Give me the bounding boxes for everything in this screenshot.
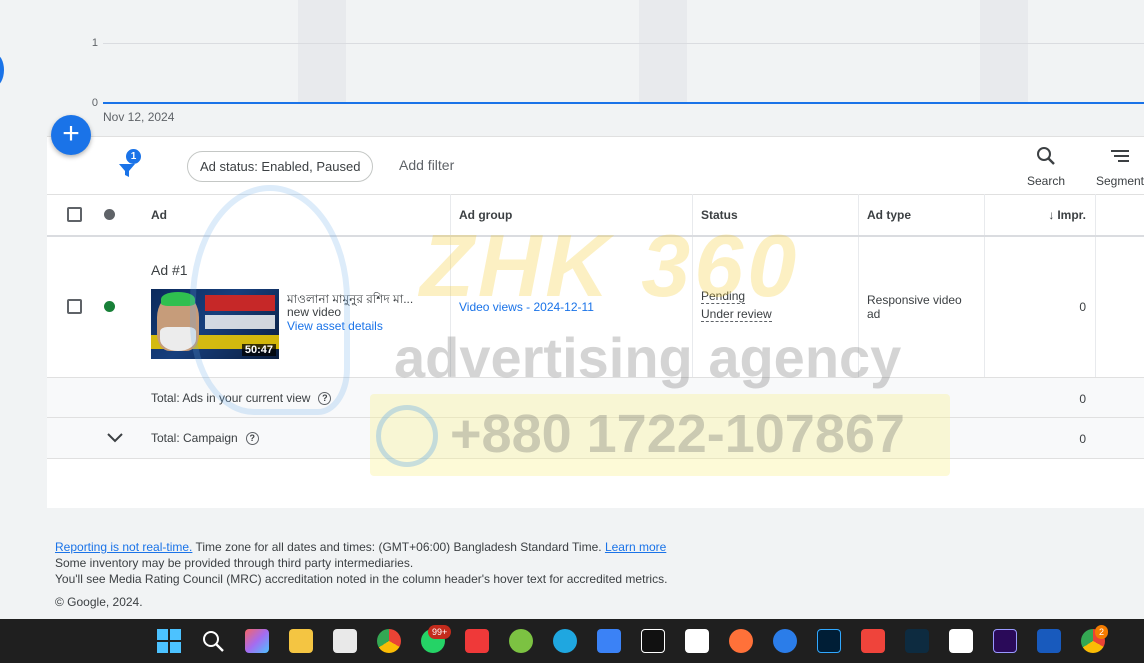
- chart-edge-handle[interactable]: [0, 54, 4, 86]
- word-icon[interactable]: [1037, 629, 1061, 653]
- anydesk-icon[interactable]: [861, 629, 885, 653]
- status-under-review-text: Under review: [701, 307, 772, 322]
- status-under-review[interactable]: Under review: [701, 307, 772, 322]
- video-subtitle: new video: [287, 305, 342, 319]
- edge-icon[interactable]: [553, 629, 577, 653]
- add-filter-button[interactable]: Add filter: [399, 157, 454, 173]
- vivaldi-icon[interactable]: [465, 629, 489, 653]
- snipping-tool-icon[interactable]: [333, 629, 357, 653]
- divider: [47, 194, 1144, 195]
- earth-icon[interactable]: [509, 629, 533, 653]
- store-icon[interactable]: [597, 629, 621, 653]
- search-label: Search: [1026, 174, 1066, 188]
- enabled-status-dot[interactable]: [104, 301, 115, 312]
- footer-line-1: Reporting is not real-time. Time zone fo…: [55, 539, 667, 555]
- impr-value: 0: [1079, 300, 1086, 314]
- y-tick-label: 1: [91, 37, 98, 49]
- segment-icon: [1111, 150, 1129, 162]
- segment-label: Segment: [1095, 174, 1144, 188]
- performance-chart: 1 0 Nov 12, 2024: [0, 0, 1144, 130]
- chart-gridline: [103, 43, 1144, 44]
- thumbnail-speaker-beard: [160, 327, 196, 351]
- premiere-icon[interactable]: [993, 629, 1017, 653]
- chart-series-line: [103, 102, 1144, 104]
- chrome-icon[interactable]: [377, 629, 401, 653]
- chart-weekend-band: [639, 0, 687, 103]
- sync-icon[interactable]: [773, 629, 797, 653]
- status-column-icon: [104, 209, 115, 220]
- video-thumbnail[interactable]: 50:47: [151, 289, 279, 359]
- capcut-icon-2[interactable]: [949, 629, 973, 653]
- create-button[interactable]: +: [51, 115, 91, 155]
- column-header-impr[interactable]: ↓ Impr.: [1040, 208, 1086, 222]
- file-explorer-icon[interactable]: [289, 629, 313, 653]
- segment-button[interactable]: Segment: [1092, 145, 1144, 188]
- search-icon[interactable]: [201, 629, 225, 653]
- total-row-current-view: Total: Ads in your current view? 0: [47, 377, 1144, 418]
- notification-badge: 99+: [428, 625, 452, 639]
- thumbnail-speaker-cap: [161, 292, 195, 306]
- video-duration: 50:47: [241, 344, 276, 356]
- windows-taskbar: 99+ 2: [0, 619, 1144, 663]
- thumbnail-title-band: [205, 295, 275, 311]
- sort-down-arrow-icon: ↓: [1048, 208, 1055, 222]
- copyright: © Google, 2024.: [55, 595, 143, 609]
- footer-line-3: You'll see Media Rating Council (MRC) ac…: [55, 572, 668, 586]
- total-row-campaign: Total: Campaign? 0: [47, 418, 1144, 459]
- filmora-icon[interactable]: [905, 629, 929, 653]
- pycharm-icon[interactable]: [641, 629, 665, 653]
- learn-more-link[interactable]: Learn more: [605, 540, 666, 554]
- total-label-text: Total: Ads in your current view: [151, 391, 311, 405]
- ad-group-link[interactable]: Video views - 2024-12-11: [459, 300, 594, 314]
- total-label: Total: Campaign?: [151, 431, 259, 446]
- column-header-status[interactable]: Status: [701, 208, 738, 222]
- ad-type-value: Responsive video ad: [867, 293, 962, 321]
- filter-count-badge: 1: [126, 149, 141, 164]
- column-header-ad-type[interactable]: Ad type: [867, 208, 911, 222]
- copilot-icon[interactable]: [245, 629, 269, 653]
- timezone-text: Time zone for all dates and times: (GMT+…: [192, 540, 605, 554]
- firefox-icon[interactable]: [729, 629, 753, 653]
- chevron-down-icon[interactable]: [106, 432, 124, 444]
- photoshop-icon[interactable]: [817, 629, 841, 653]
- row-checkbox[interactable]: [67, 299, 82, 314]
- status-pending[interactable]: Pending: [701, 289, 746, 304]
- search-button[interactable]: Search: [1020, 145, 1072, 188]
- realtime-link[interactable]: Reporting is not real-time.: [55, 540, 192, 554]
- total-impr: 0: [1079, 392, 1086, 406]
- ad-status-filter-chip[interactable]: Ad status: Enabled, Paused: [187, 151, 374, 182]
- search-icon: [1037, 147, 1055, 165]
- y-tick-label: 0: [91, 97, 98, 109]
- ads-table-panel: 1 Ad status: Enabled, Paused Add filter …: [47, 136, 1144, 508]
- x-tick-label: Nov 12, 2024: [103, 110, 175, 124]
- chart-weekend-band: [980, 0, 1028, 103]
- capcut-icon[interactable]: [685, 629, 709, 653]
- total-impr: 0: [1079, 432, 1086, 446]
- column-header-ad[interactable]: Ad: [151, 208, 167, 222]
- column-header-ad-group[interactable]: Ad group: [459, 208, 512, 222]
- header-divider: [47, 235, 1144, 237]
- total-label: Total: Ads in your current view?: [151, 391, 332, 406]
- footer-notes: Reporting is not real-time. Time zone fo…: [55, 539, 667, 587]
- chart-weekend-band: [298, 0, 346, 103]
- profile-badge: 2: [1095, 625, 1109, 639]
- help-icon[interactable]: ?: [318, 392, 332, 406]
- windows-start-icon[interactable]: [157, 629, 181, 653]
- ad-name: Ad #1: [151, 262, 188, 278]
- total-label-text: Total: Campaign: [151, 431, 238, 445]
- thumbnail-text-band: [205, 315, 275, 329]
- help-icon[interactable]: ?: [245, 432, 259, 446]
- impr-header-label: Impr.: [1057, 208, 1086, 222]
- view-asset-details-link[interactable]: View asset details: [287, 319, 383, 333]
- status-pending-text: Pending: [701, 289, 746, 304]
- select-all-checkbox[interactable]: [67, 207, 82, 222]
- footer-line-2: Some inventory may be provided through t…: [55, 556, 414, 570]
